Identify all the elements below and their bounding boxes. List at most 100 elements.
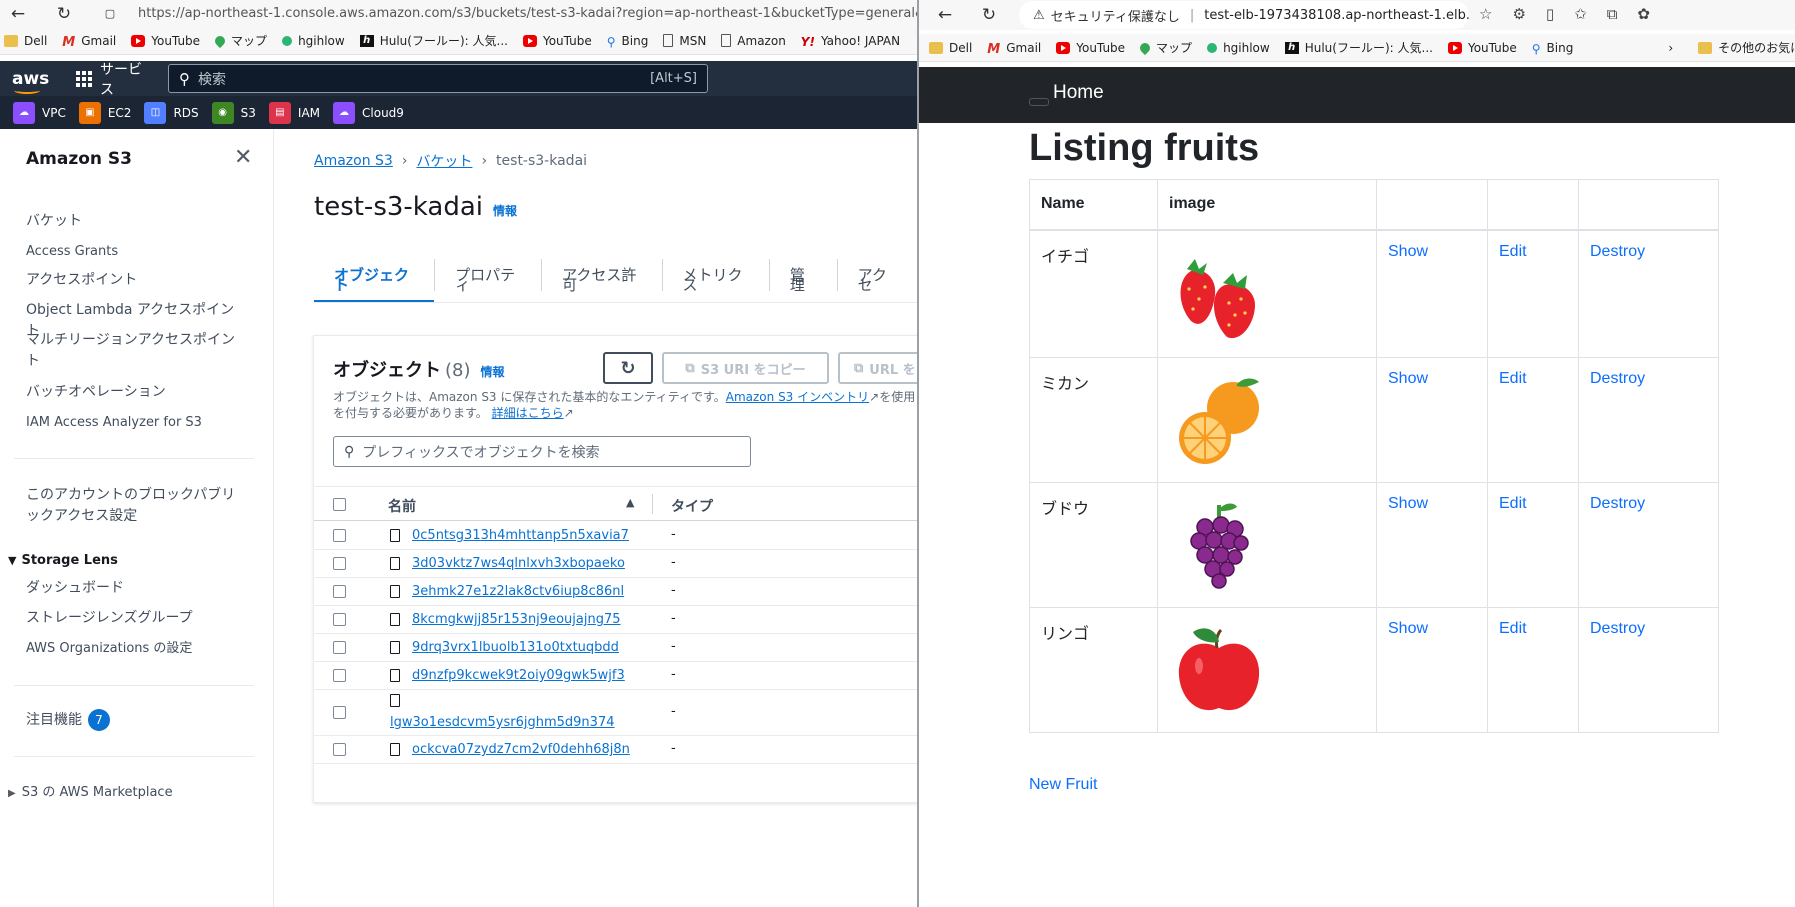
destroy-link[interactable]: Destroy bbox=[1590, 370, 1645, 387]
row-checkbox[interactable] bbox=[333, 743, 346, 756]
row-checkbox[interactable] bbox=[333, 706, 346, 719]
edit-link[interactable]: Edit bbox=[1499, 370, 1527, 387]
object-name-link[interactable]: lgw3o1esdcvm5ysr6jghm5d9n374 bbox=[390, 715, 615, 730]
column-name-header[interactable]: 名前 bbox=[388, 496, 416, 516]
object-name-link[interactable]: d9nzfp9kcwek9t2oiy09gwk5wjf3 bbox=[412, 668, 625, 683]
show-link[interactable]: Show bbox=[1388, 620, 1428, 637]
edit-link[interactable]: Edit bbox=[1499, 243, 1527, 260]
aws-logo[interactable]: aws bbox=[12, 69, 60, 94]
row-checkbox[interactable] bbox=[333, 585, 346, 598]
object-name-link[interactable]: 9drq3vrx1lbuolb131o0txtuqbdd bbox=[412, 640, 619, 655]
object-name-link[interactable]: ockcva07zydz7cm2vf0dehh68j8n bbox=[412, 742, 630, 757]
fav-ec2[interactable]: ▣ EC2 bbox=[78, 101, 131, 124]
object-name-link[interactable]: 8kcmgkwjj85r153nj9eoujajng75 bbox=[412, 612, 620, 627]
breadcrumb-amazon-s3[interactable]: Amazon S3 bbox=[314, 153, 393, 169]
nav-access-grants[interactable]: Access Grants bbox=[26, 241, 246, 262]
bookmark-hgihlow[interactable]: hgihlow bbox=[282, 34, 345, 48]
nav-block-public-access[interactable]: このアカウントのブロックパブリックアクセス設定 bbox=[26, 485, 246, 527]
nav-dashboard[interactable]: ダッシュボード bbox=[26, 578, 246, 599]
nav-org-settings[interactable]: AWS Organizations の設定 bbox=[26, 638, 246, 659]
new-fruit-link[interactable]: New Fruit bbox=[1029, 776, 1097, 794]
bookmark-youtube[interactable]: YouTube bbox=[1056, 41, 1125, 55]
object-name-link[interactable]: 3d03vktz7ws4qlnlxvh3xbopaeko bbox=[412, 556, 625, 571]
aws-search-input[interactable]: ⚲ 検索 [Alt+S] bbox=[168, 64, 708, 93]
edit-link[interactable]: Edit bbox=[1499, 495, 1527, 512]
nav-storage-lens-groups[interactable]: ストレージレンズグループ bbox=[26, 608, 246, 629]
back-icon[interactable]: ← bbox=[6, 3, 30, 25]
bookmark-bing[interactable]: ⚲ Bing bbox=[1532, 41, 1574, 56]
fav-rds[interactable]: ◫ RDS bbox=[144, 101, 199, 124]
breadcrumb-buckets[interactable]: バケット bbox=[416, 151, 472, 171]
tab-metrics[interactable]: メトリクス bbox=[663, 259, 770, 293]
services-menu[interactable]: サービス bbox=[76, 59, 154, 99]
show-link[interactable]: Show bbox=[1388, 243, 1428, 260]
row-checkbox[interactable] bbox=[333, 557, 346, 570]
nav-featured[interactable]: 注目機能 7 bbox=[26, 709, 246, 731]
right-address-bar[interactable]: ⚠ セキュリティ保護なし | test-elb-1973438108.ap-no… bbox=[1019, 1, 1469, 29]
browser-toolbar-icons[interactable]: ☆⚙▯✩⧉✿ bbox=[1479, 5, 1670, 23]
bookmark-dell[interactable]: Dell bbox=[4, 34, 47, 48]
row-checkbox[interactable] bbox=[333, 669, 346, 682]
close-icon[interactable]: ✕ bbox=[234, 145, 252, 170]
copy-url-button[interactable]: ⧉ URL を bbox=[838, 352, 917, 384]
tab-management[interactable]: 管理 bbox=[770, 259, 838, 293]
learn-more-link[interactable]: 詳細はこちら bbox=[492, 406, 564, 420]
nav-marketplace[interactable]: ▶ S3 の AWS Marketplace bbox=[8, 782, 228, 804]
column-type-header[interactable]: タイプ bbox=[671, 496, 713, 516]
show-link[interactable]: Show bbox=[1388, 370, 1428, 387]
bookmark-gmail[interactable]: M Gmail bbox=[987, 41, 1041, 57]
bookmark-youtube-2[interactable]: YouTube bbox=[1447, 41, 1517, 55]
bookmark-youtube[interactable]: YouTube bbox=[131, 34, 200, 48]
object-name-link[interactable]: 3ehmk27e1z2lak8ctv6iup8c86nl bbox=[412, 584, 624, 599]
bookmark-other-favorites[interactable]: その他のお気に入 bbox=[1698, 39, 1795, 56]
nav-batch-operations[interactable]: バッチオペレーション bbox=[26, 382, 246, 403]
bookmark-dell[interactable]: Dell bbox=[929, 41, 972, 55]
nav-access-points[interactable]: アクセスポイント bbox=[26, 270, 246, 291]
refresh-button[interactable]: ↻ bbox=[603, 352, 653, 384]
tab-permissions[interactable]: アクセス許可 bbox=[542, 259, 663, 293]
fav-vpc[interactable]: ☁ VPC bbox=[13, 101, 66, 124]
bookmark-maps[interactable]: マップ bbox=[212, 32, 267, 49]
bookmark-gmail[interactable]: M Gmail bbox=[62, 34, 116, 50]
select-all-checkbox[interactable] bbox=[333, 498, 346, 511]
info-link[interactable]: 情報 bbox=[493, 202, 517, 219]
row-checkbox[interactable] bbox=[333, 529, 346, 542]
bookmark-yahoo[interactable]: Y! Yahoo! JAPAN bbox=[801, 34, 900, 49]
destroy-link[interactable]: Destroy bbox=[1590, 243, 1645, 260]
navbar-toggler-icon[interactable] bbox=[1029, 98, 1049, 106]
fav-iam[interactable]: ▤ IAM bbox=[268, 101, 320, 124]
object-name-link[interactable]: 0c5ntsg313h4mhttanp5n5xavia7 bbox=[412, 528, 629, 543]
sort-ascending-icon[interactable]: ▲ bbox=[626, 496, 634, 509]
tab-properties[interactable]: プロパティ bbox=[435, 259, 543, 293]
fav-cloud9[interactable]: ☁ Cloud9 bbox=[333, 101, 404, 124]
copy-s3-uri-button[interactable]: ⧉ S3 URI をコピー bbox=[662, 352, 829, 384]
bookmark-bing[interactable]: ⚲ Bing bbox=[607, 34, 649, 49]
fav-s3[interactable]: ◉ S3 bbox=[211, 101, 256, 124]
back-icon[interactable]: ← bbox=[933, 4, 957, 26]
nav-storage-lens-section[interactable]: ▼ Storage Lens bbox=[8, 550, 228, 571]
navbar-brand-home[interactable]: Home bbox=[1053, 82, 1104, 104]
bookmark-youtube-2[interactable]: YouTube bbox=[522, 34, 592, 48]
site-info-icon[interactable]: ▢ bbox=[98, 3, 122, 25]
bookmark-hulu[interactable]: h Hulu(フールー): 人気... bbox=[1284, 39, 1433, 56]
reload-icon[interactable]: ↻ bbox=[977, 4, 1001, 26]
more-bookmarks-chevron-icon[interactable]: › bbox=[1668, 41, 1673, 55]
info-link[interactable]: 情報 bbox=[481, 365, 505, 379]
row-checkbox[interactable] bbox=[333, 613, 346, 626]
destroy-link[interactable]: Destroy bbox=[1590, 620, 1645, 637]
show-link[interactable]: Show bbox=[1388, 495, 1428, 512]
inventory-link[interactable]: Amazon S3 インベントリ bbox=[726, 390, 869, 404]
bookmark-maps[interactable]: マップ bbox=[1137, 39, 1192, 56]
tab-objects[interactable]: オブジェクト bbox=[314, 259, 436, 303]
bookmark-msn[interactable]: MSN bbox=[663, 34, 706, 48]
edit-link[interactable]: Edit bbox=[1499, 620, 1527, 637]
bookmark-amazon[interactable]: Amazon bbox=[721, 34, 786, 48]
bookmark-hulu[interactable]: h Hulu(フールー): 人気... bbox=[359, 32, 508, 49]
reload-icon[interactable]: ↻ bbox=[52, 3, 76, 25]
destroy-link[interactable]: Destroy bbox=[1590, 495, 1645, 512]
nav-buckets[interactable]: バケット bbox=[26, 211, 246, 232]
row-checkbox[interactable] bbox=[333, 641, 346, 654]
nav-multi-region[interactable]: マルチリージョンアクセスポイント bbox=[26, 330, 246, 372]
tab-access-points[interactable]: アクセ bbox=[838, 259, 917, 293]
left-url[interactable]: https://ap-northeast-1.console.aws.amazo… bbox=[138, 0, 917, 27]
